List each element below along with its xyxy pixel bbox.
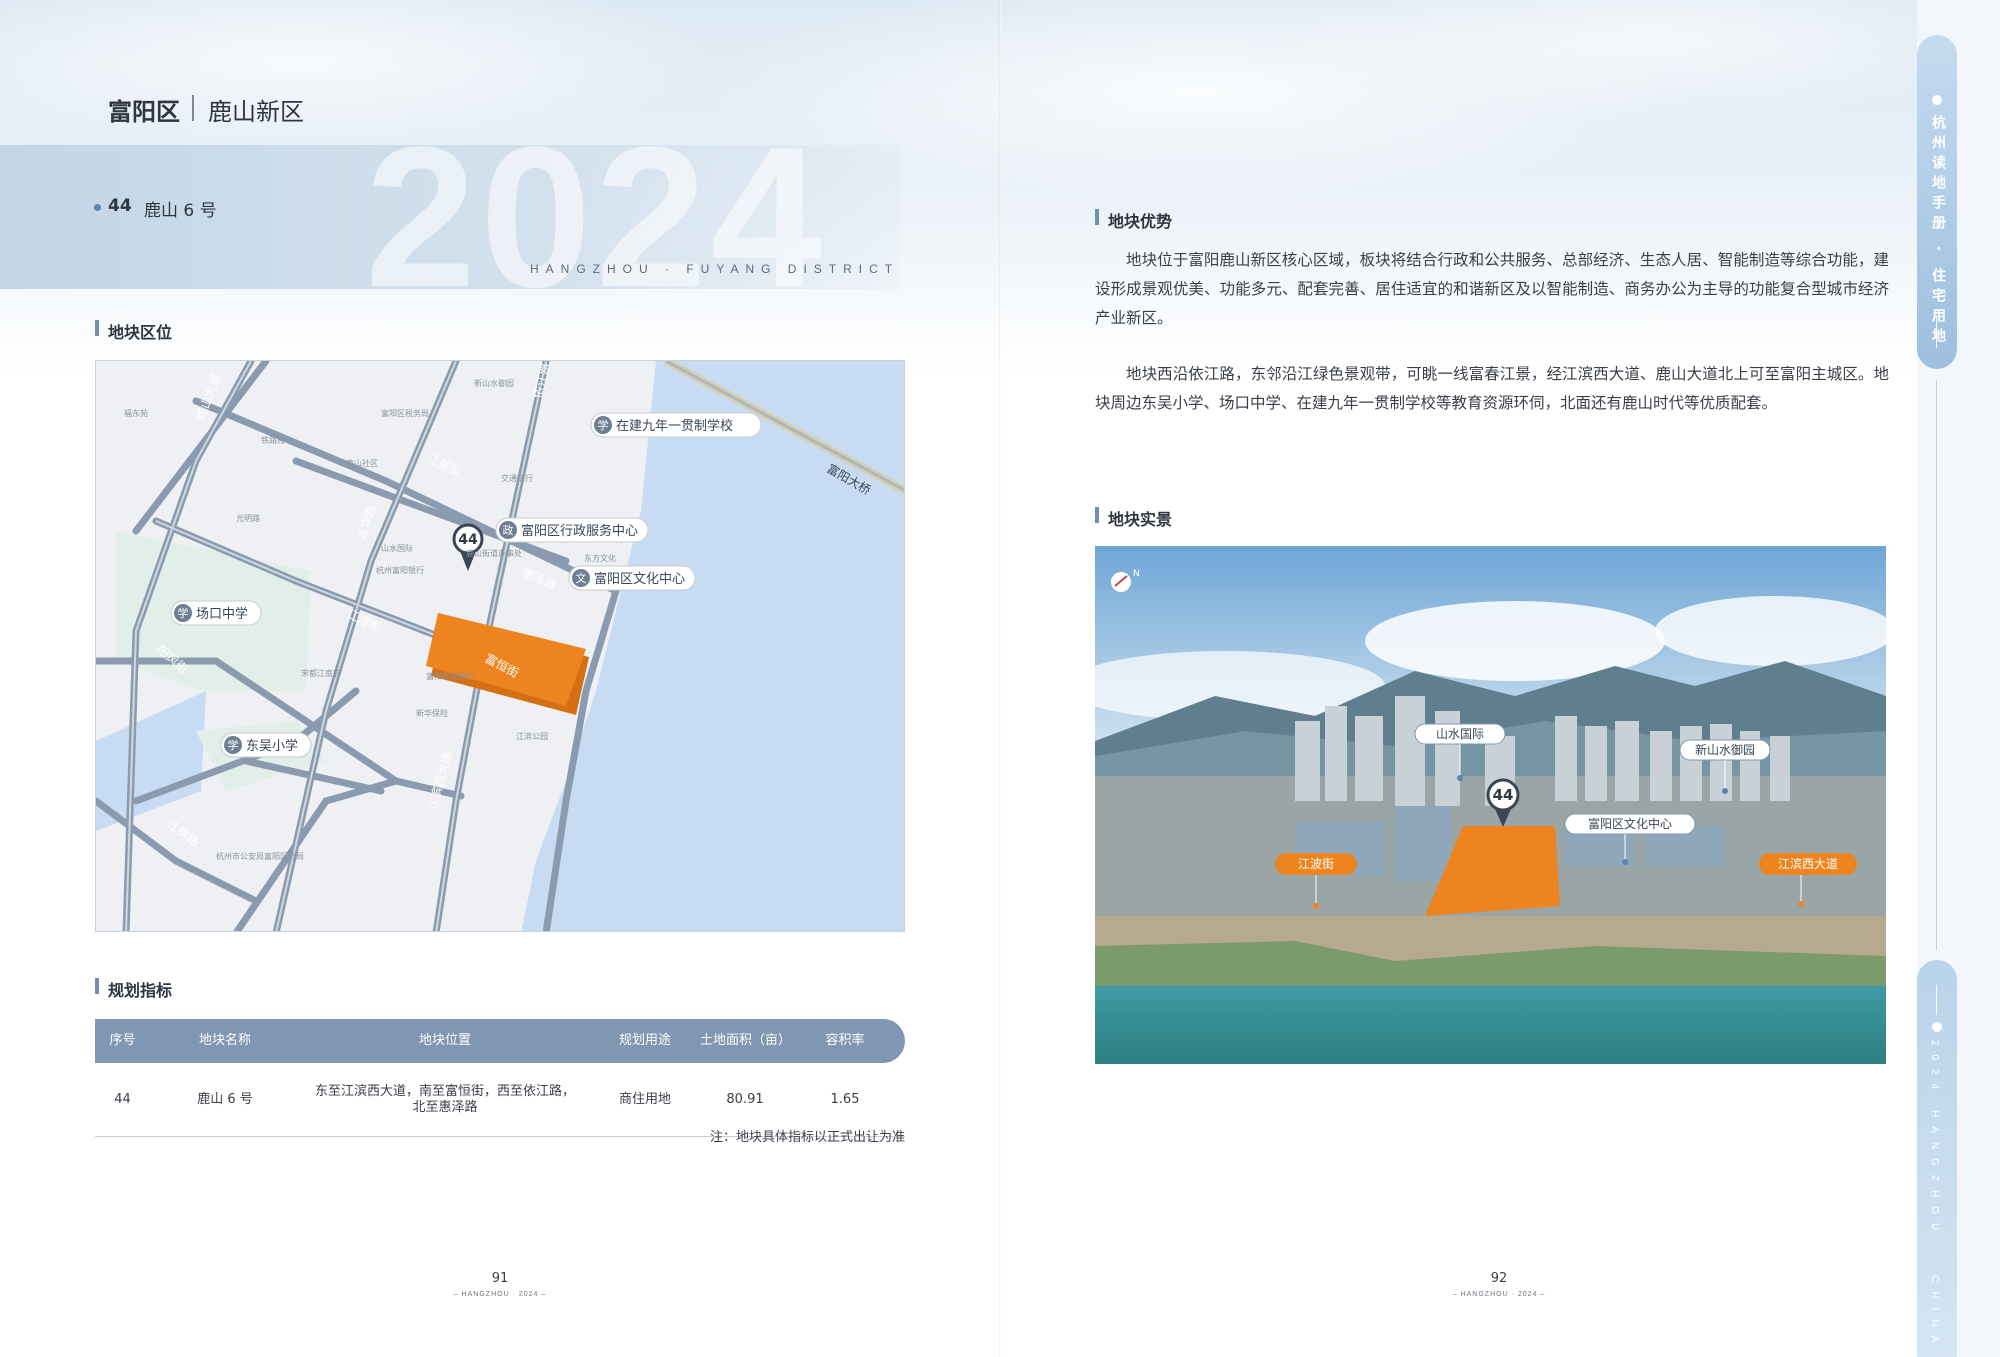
page-fold (999, 0, 1001, 1357)
aerial-canvas: N 44 山水国际 新山水御园 富阳区文化中心 江波街 江滨西大道 (1095, 546, 1886, 1064)
culture-badge-icon: 文 (576, 571, 587, 585)
svg-text:山水国际: 山水国际 (381, 543, 413, 553)
section-title-planning: 规划指标 (95, 977, 172, 1001)
year-watermark: 2024 (365, 106, 826, 329)
svg-text:福东苑: 福东苑 (124, 408, 148, 418)
school-badge-icon: 学 (178, 606, 189, 620)
svg-text:新山水御园: 新山水御园 (474, 378, 514, 388)
poi-label-school-new: 在建九年一贯制学校 (616, 418, 733, 434)
section-title-advantages: 地块优势 (1095, 208, 1172, 232)
poi-label-changkou-school: 场口中学 (196, 606, 248, 622)
map-marker-label: 44 (458, 532, 478, 548)
rail-dot-icon (1932, 95, 1942, 105)
page-number-left: 91 (491, 1271, 509, 1286)
svg-text:鹿山社区: 鹿山社区 (346, 458, 378, 468)
page-subtitle-right: – HANGZHOU · 2024 – (1452, 1291, 1546, 1298)
svg-text:东方文化: 东方文化 (584, 553, 616, 563)
compass-label: N (1133, 569, 1140, 579)
callout-label-culture: 富阳区文化中心 (1588, 816, 1672, 831)
svg-text:鹿山街道办事处: 鹿山街道办事处 (466, 548, 522, 558)
header-divider (192, 95, 194, 121)
aerial-photo: N 44 山水国际 新山水御园 富阳区文化中心 江波街 江滨西大道 (1095, 546, 1886, 1064)
map-canvas: 44 学 在建九年一贯制学校 政 富阳区行政服务中心 文 富阳区文化中心 学 场… (96, 361, 904, 931)
rail-tick (1936, 318, 1937, 348)
col-header: 地块名称 (198, 1032, 251, 1048)
callout-label-jiangbo: 江波街 (1298, 857, 1334, 871)
cell-location: 东至江滨西大道，南至富恒街，西至依江路，北至惠泽路 (315, 1083, 576, 1115)
svg-text:富阳区税务局: 富阳区税务局 (381, 408, 429, 418)
cell-name: 鹿山 6 号 (197, 1091, 253, 1107)
district-english: HANGZHOU · FUYANG DISTRICT (530, 262, 900, 276)
section-title-location: 地块区位 (95, 319, 172, 343)
rail-divider (1936, 380, 1937, 950)
location-map: 44 学 在建九年一贯制学校 政 富阳区行政服务中心 文 富阳区文化中心 学 场… (95, 360, 905, 932)
col-header: 土地面积（亩） (700, 1032, 792, 1048)
col-header: 容积率 (825, 1032, 865, 1048)
planning-table: 序号 地块名称 地块位置 规划用途 土地面积（亩） 容积率 44 鹿山 6 号 … (95, 1019, 905, 1137)
table-note: 注：地块具体指标以正式出让为准 (709, 1130, 905, 1145)
rail-english: 2024 HANGZHOU · CHINA (1929, 1040, 1940, 1352)
bullet-icon (94, 204, 101, 211)
poi-label-culture-center: 富阳区文化中心 (594, 571, 685, 587)
svg-text:宋都江南府: 宋都江南府 (301, 668, 341, 678)
svg-text:杭州富阳银行: 杭州富阳银行 (376, 565, 424, 575)
page-subtitle-left: – HANGZHOU · 2024 – (453, 1291, 547, 1298)
school-badge-icon: 学 (228, 738, 239, 752)
header-area: 鹿山新区 (208, 98, 304, 126)
col-header: 序号 (109, 1032, 136, 1048)
rail-tick (1936, 985, 1937, 1015)
callout-label-jiangbin: 江滨西大道 (1778, 856, 1838, 871)
col-header: 规划用途 (618, 1032, 671, 1048)
rail-dot-icon (1932, 1022, 1942, 1032)
rail-title: 杭州读地手册 · 住宅用地 (1930, 115, 1946, 349)
advantages-paragraph-2: 地块西沿依江路，东邻沿江绿色景观带，可眺一线富春江景，经江滨西大道、鹿山大道北上… (1095, 365, 1889, 412)
col-header: 地块位置 (418, 1032, 471, 1048)
callout-label-shanshui: 山水国际 (1436, 727, 1484, 741)
plot-number: 44 (108, 196, 132, 216)
header-district: 富阳区 (108, 98, 180, 126)
aerial-marker-label: 44 (1493, 786, 1514, 804)
svg-text:光明路: 光明路 (236, 513, 260, 523)
table-header: 序号 地块名称 地块位置 规划用途 土地面积（亩） 容积率 (95, 1019, 905, 1063)
svg-text:富阳农商银行: 富阳农商银行 (426, 671, 474, 681)
poi-label-donghao-school: 东吴小学 (246, 738, 298, 754)
school-badge-icon: 学 (598, 418, 609, 432)
poi-label-gov-center: 富阳区行政服务中心 (521, 523, 638, 539)
svg-text:新华保险: 新华保险 (416, 708, 448, 718)
section-title-photo: 地块实景 (1095, 506, 1172, 530)
cell-index: 44 (114, 1091, 131, 1107)
svg-text:江滨公园: 江滨公园 (516, 731, 548, 741)
svg-text:交通银行: 交通银行 (501, 473, 533, 483)
callout-label-xinshan: 新山水御园 (1695, 742, 1755, 757)
gov-badge-icon: 政 (503, 523, 514, 537)
svg-text:杭州市公安局富阳区分局: 杭州市公安局富阳区分局 (216, 851, 304, 861)
page-number-right: 92 (1490, 1271, 1508, 1286)
advantages-paragraph-1: 地块位于富阳鹿山新区核心区域，板块将结合行政和公共服务、总部经济、生态人居、智能… (1095, 251, 1889, 327)
svg-text:铁路局: 铁路局 (261, 435, 285, 445)
plot-name: 鹿山 6 号 (144, 201, 217, 221)
